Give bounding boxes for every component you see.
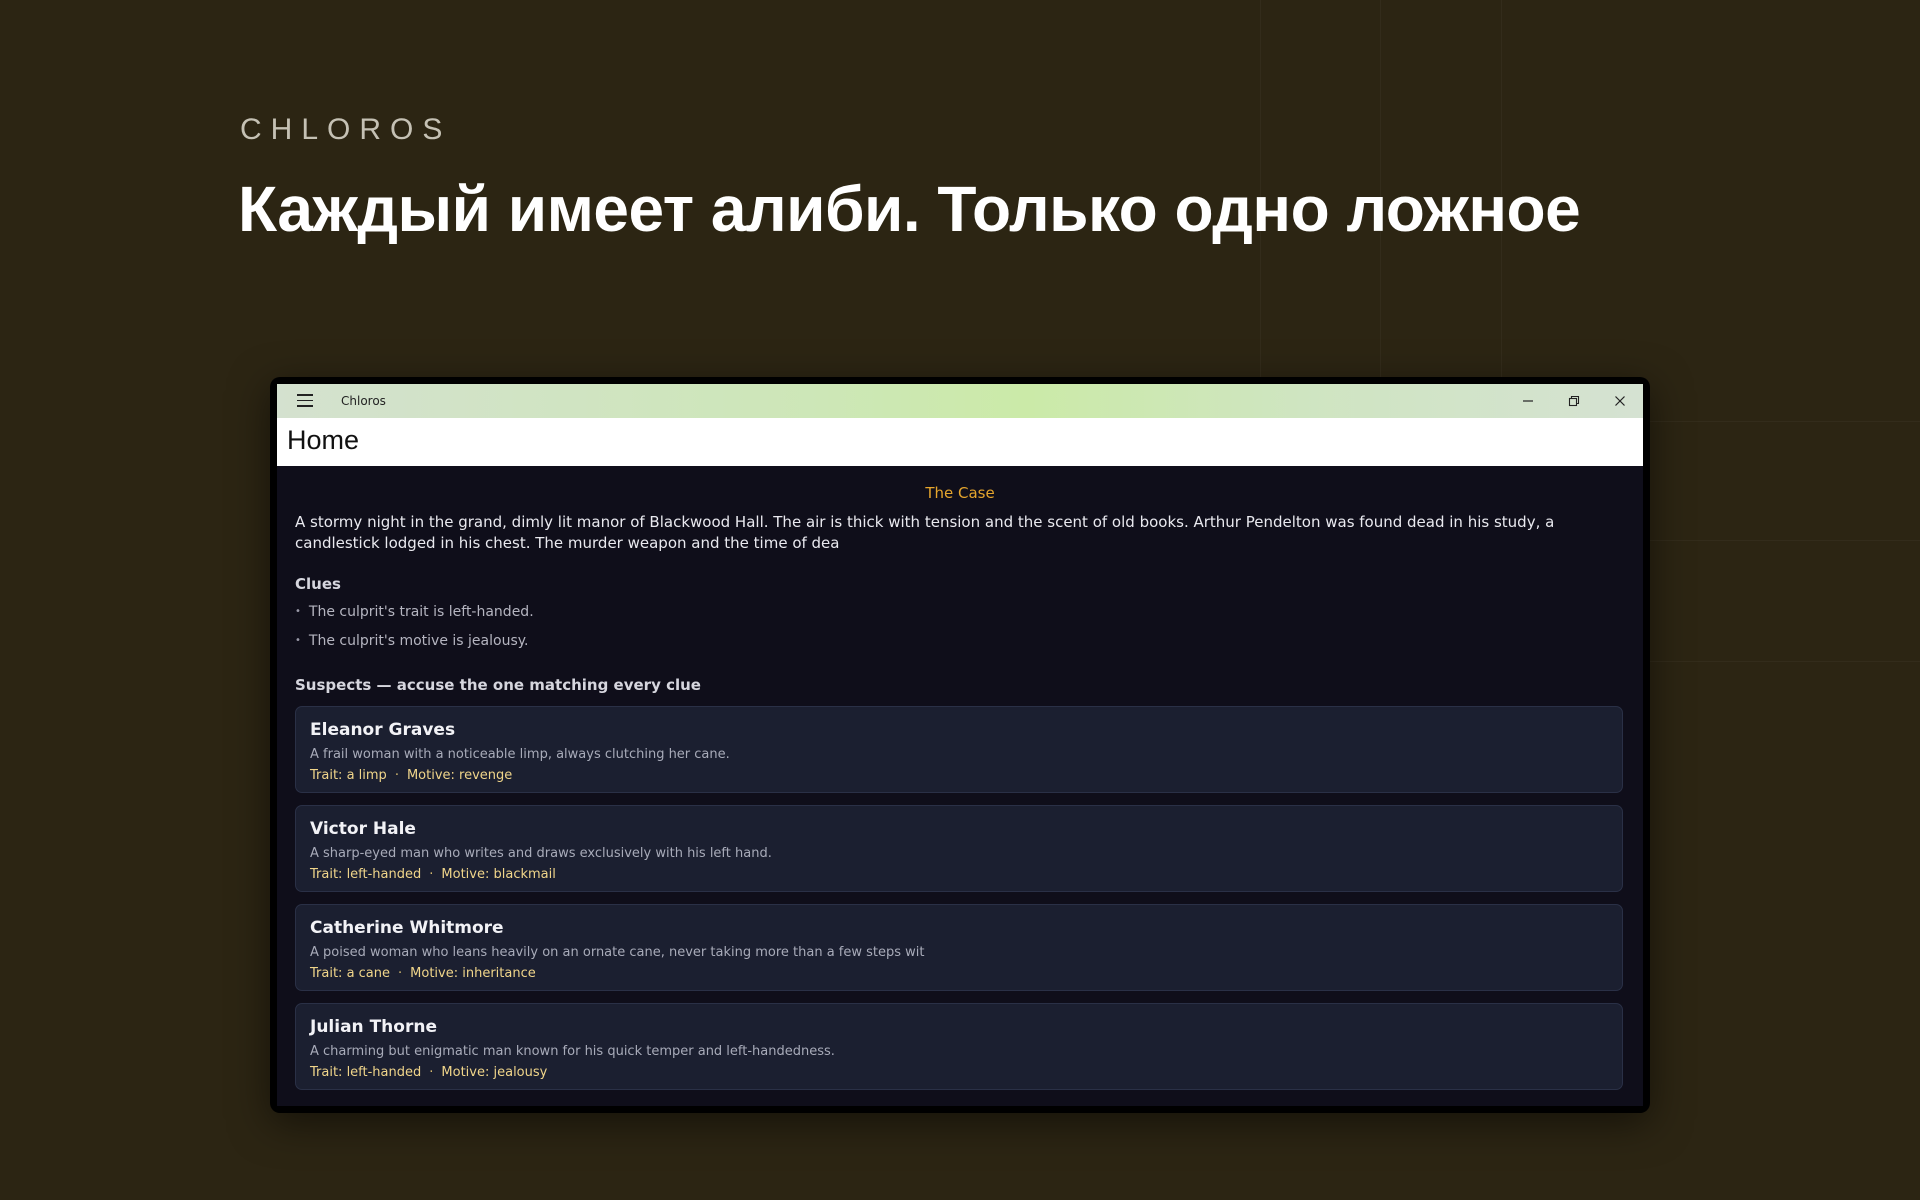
suspect-motive: Motive: inheritance	[410, 966, 536, 981]
suspect-name: Julian Thorne	[310, 1017, 437, 1037]
title-bar: Chloros	[277, 384, 1643, 418]
minimize-icon	[1523, 400, 1533, 402]
close-icon	[1615, 396, 1625, 406]
separator-dot: ·	[429, 867, 434, 882]
clues-title: Clues	[295, 575, 341, 593]
restore-icon	[1568, 395, 1580, 407]
clue-text: The culprit's motive is jealousy.	[308, 633, 529, 649]
suspect-trait: Trait: left-handed	[310, 867, 422, 882]
suspect-card-eleanor-graves[interactable]: Eleanor Graves A frail woman with a noti…	[295, 706, 1623, 793]
separator-dot: ·	[398, 966, 403, 981]
suspect-description: A poised woman who leans heavily on an o…	[310, 945, 925, 960]
suspect-description: A charming but enigmatic man known for h…	[310, 1044, 835, 1059]
suspect-name: Victor Hale	[310, 819, 416, 839]
clue-item: • The culprit's trait is left-handed.	[295, 604, 534, 620]
page-header: Home	[277, 418, 1643, 466]
suspect-card-catherine-whitmore[interactable]: Catherine Whitmore A poised woman who le…	[295, 904, 1623, 991]
bullet-icon: •	[295, 606, 301, 617]
suspect-motive: Motive: jealousy	[441, 1065, 548, 1080]
app-title: Chloros	[341, 394, 386, 408]
suspect-motive: Motive: blackmail	[441, 867, 556, 882]
suspect-description: A frail woman with a noticeable limp, al…	[310, 747, 730, 762]
minimize-button[interactable]	[1505, 384, 1551, 418]
clue-item: • The culprit's motive is jealousy.	[295, 633, 528, 649]
headline: Каждый имеет алиби. Только одно ложное	[238, 173, 1581, 245]
app-window: Chloros Home The Case A stormy night in …	[270, 377, 1650, 1113]
suspect-name: Catherine Whitmore	[310, 918, 504, 938]
suspect-card-victor-hale[interactable]: Victor Hale A sharp-eyed man who writes …	[295, 805, 1623, 892]
suspect-meta: Trait: left-handed · Motive: jealousy	[310, 1065, 547, 1080]
suspect-meta: Trait: a cane · Motive: inheritance	[310, 966, 536, 981]
suspect-meta: Trait: left-handed · Motive: blackmail	[310, 867, 556, 882]
suspect-trait: Trait: a cane	[310, 966, 391, 981]
suspect-trait: Trait: left-handed	[310, 1065, 422, 1080]
suspect-motive: Motive: revenge	[406, 768, 513, 783]
main-content[interactable]: The Case A stormy night in the grand, di…	[277, 466, 1643, 1106]
suspect-trait: Trait: a limp	[310, 768, 387, 783]
bullet-icon: •	[295, 635, 301, 646]
separator-dot: ·	[429, 1065, 434, 1080]
separator-dot: ·	[394, 768, 399, 783]
brand-name: CHLOROS	[240, 113, 452, 146]
case-heading: The Case	[925, 484, 995, 502]
close-button[interactable]	[1597, 384, 1643, 418]
hamburger-menu-icon[interactable]	[297, 394, 313, 408]
clue-text: The culprit's trait is left-handed.	[308, 604, 534, 620]
suspect-meta: Trait: a limp · Motive: revenge	[310, 768, 512, 783]
page-title: Home	[287, 425, 360, 455]
suspect-card-julian-thorne[interactable]: Julian Thorne A charming but enigmatic m…	[295, 1003, 1623, 1090]
restore-button[interactable]	[1551, 384, 1597, 418]
suspect-name: Eleanor Graves	[310, 720, 456, 740]
suspect-description: A sharp-eyed man who writes and draws ex…	[310, 846, 772, 861]
case-story: A stormy night in the grand, dimly lit m…	[295, 513, 1555, 552]
suspects-title: Suspects — accuse the one matching every…	[295, 676, 701, 694]
